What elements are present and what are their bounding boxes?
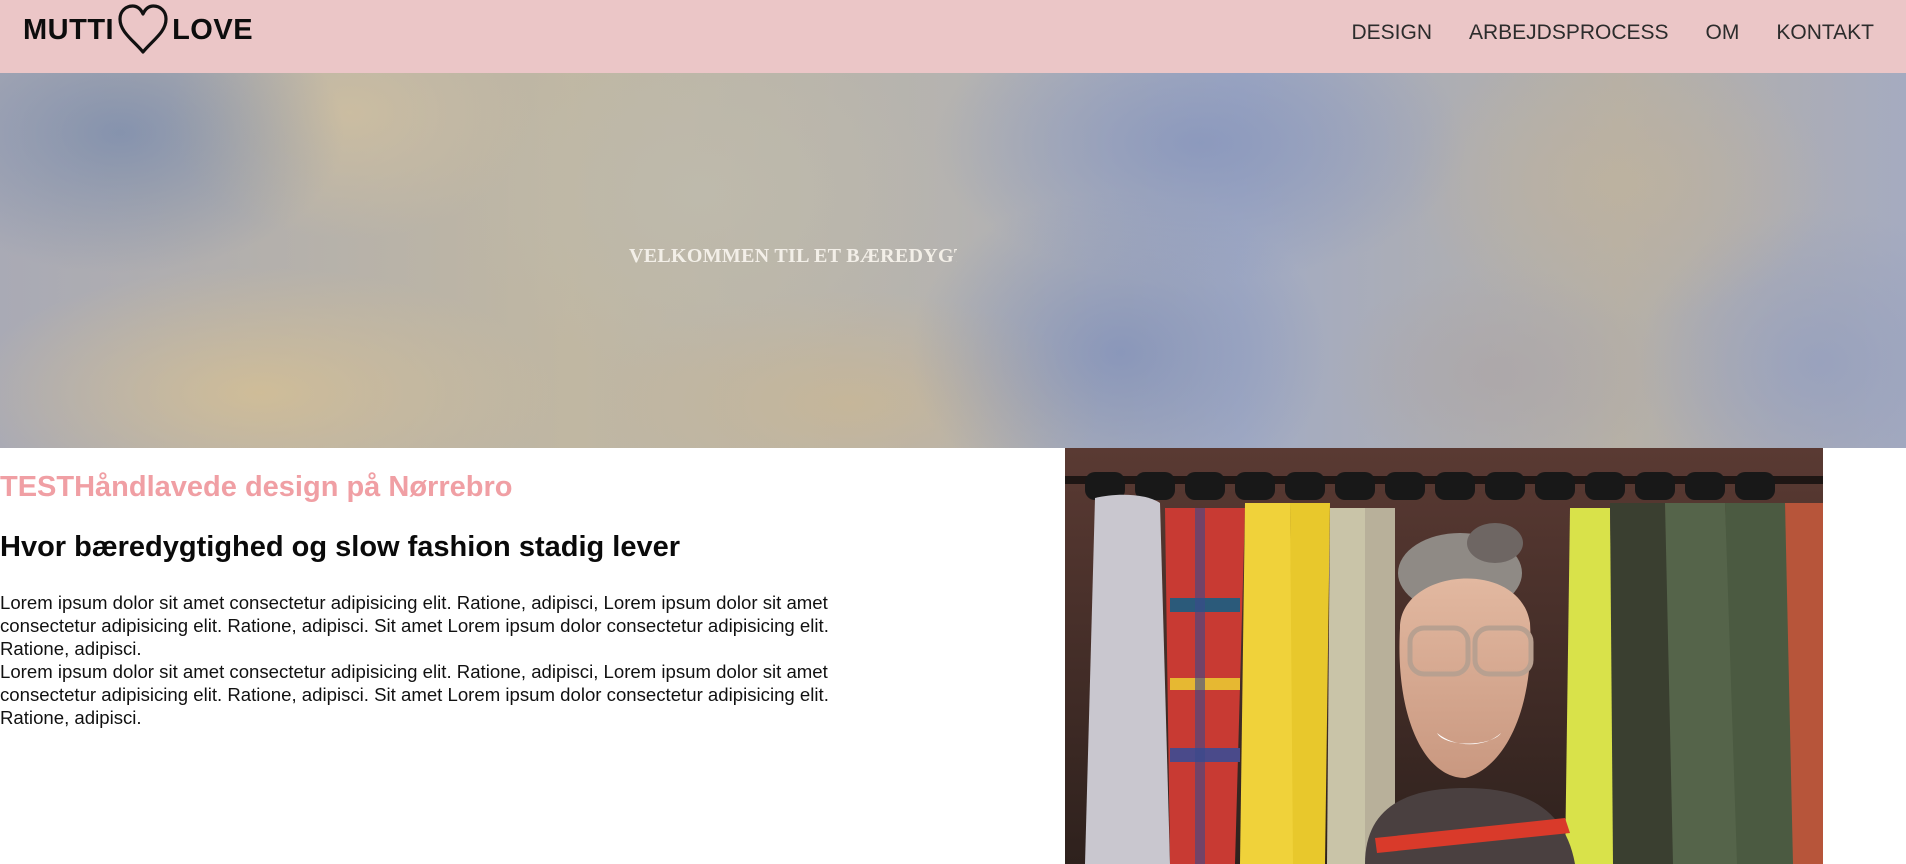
hero-text: VELKOMMEN TIL ET BÆREDYGTIGT bbox=[629, 245, 957, 267]
logo-word-right: LOVE bbox=[172, 13, 254, 46]
body-paragraph: Lorem ipsum dolor sit amet consectetur a… bbox=[0, 592, 829, 659]
section-subtitle: Hvor bæredygtighed og slow fashion stadi… bbox=[0, 531, 680, 563]
nav-link-om[interactable]: OM bbox=[1706, 20, 1740, 46]
heart-outline-icon bbox=[118, 4, 168, 54]
intro-section: TESTHåndlavede design på Nørrebro Hvor b… bbox=[0, 448, 1906, 864]
body-copy: Lorem ipsum dolor sit amet consectetur a… bbox=[0, 591, 900, 729]
portrait-photo bbox=[1065, 448, 1823, 864]
hero-banner: VELKOMMEN TIL ET BÆREDYGTIGT bbox=[0, 73, 1906, 448]
portrait-illustration bbox=[1065, 448, 1823, 864]
nav-link-arbejdsprocess[interactable]: ARBEJDSPROCESS bbox=[1469, 20, 1669, 46]
nav-link-kontakt[interactable]: KONTAKT bbox=[1776, 20, 1874, 46]
section-title: TESTHåndlavede design på Nørrebro bbox=[0, 471, 513, 503]
logo[interactable]: MUTTI LOVE bbox=[23, 2, 253, 58]
logo-word-left: MUTTI bbox=[23, 13, 115, 46]
site-header: MUTTI LOVE DESIGN ARBEJDSPROCESS OM KONT… bbox=[0, 0, 1906, 73]
body-paragraph: Lorem ipsum dolor sit amet consectetur a… bbox=[0, 661, 829, 728]
nav-link-design[interactable]: DESIGN bbox=[1351, 20, 1432, 46]
main-nav: DESIGN ARBEJDSPROCESS OM KONTAKT bbox=[1351, 20, 1874, 46]
